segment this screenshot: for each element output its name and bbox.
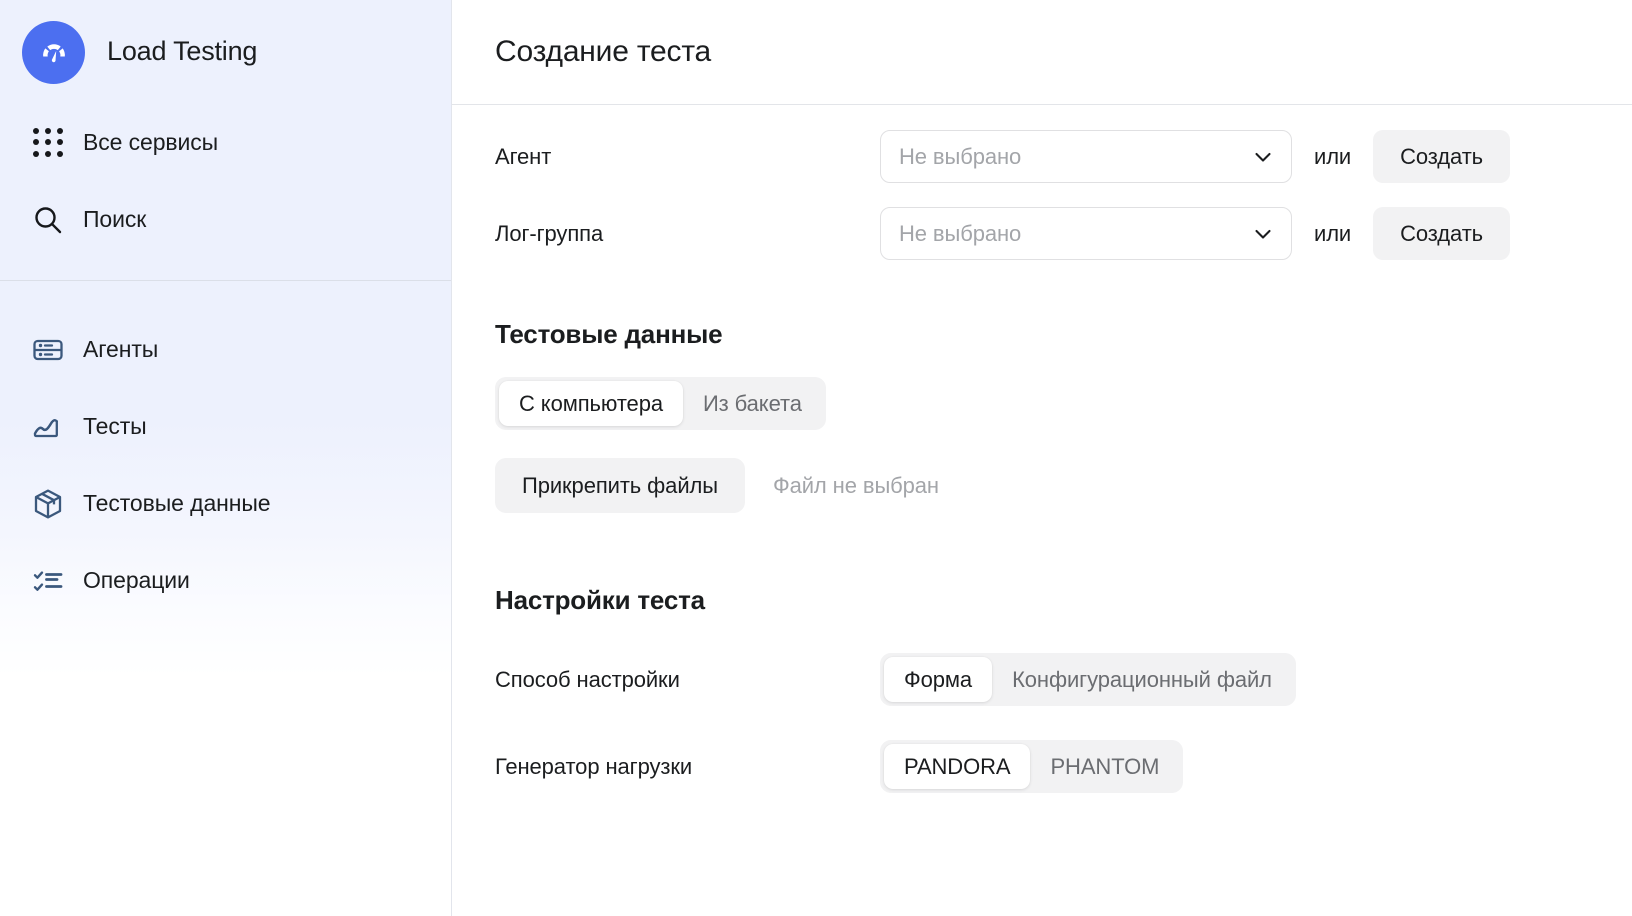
test-data-section: Тестовые данные С компьютера Из бакета П…	[495, 319, 1589, 513]
agent-or-label: или	[1314, 143, 1352, 169]
sidebar-item-label: Поиск	[83, 206, 147, 232]
server-icon	[24, 332, 72, 368]
chart-line-icon	[24, 409, 72, 445]
segment-config-file[interactable]: Конфигурационный файл	[992, 657, 1292, 702]
sidebar-item-label: Тесты	[83, 413, 147, 439]
test-settings-rows: Способ настройки Форма Конфигурационный …	[495, 636, 1589, 810]
attach-row: Прикрепить файлы Файл не выбран	[495, 458, 1589, 513]
create-log-group-button[interactable]: Создать	[1373, 207, 1511, 260]
config-method-segmented: Форма Конфигурационный файл	[880, 653, 1296, 706]
sidebar-item-label: Агенты	[83, 336, 159, 362]
brand[interactable]: Load Testing	[0, 0, 451, 104]
page-header: Создание теста	[452, 0, 1632, 105]
log-group-select[interactable]: Не выбрано	[880, 207, 1292, 260]
form-row-log-group: Лог-группа Не выбрано или Создать	[495, 195, 1589, 272]
speedometer-icon	[22, 20, 85, 84]
create-agent-button[interactable]: Создать	[1373, 130, 1511, 183]
sidebar-item-agents[interactable]: Агенты	[0, 311, 451, 388]
app-root: Load Testing Все сервисы Поиск Агенты Те…	[0, 0, 1632, 916]
brand-title: Load Testing	[107, 36, 258, 67]
form-row-agent: Агент Не выбрано или Создать	[495, 118, 1589, 195]
sidebar: Load Testing Все сервисы Поиск Агенты Те…	[0, 0, 452, 916]
attach-files-button[interactable]: Прикрепить файлы	[495, 458, 745, 513]
sidebar-top-nav: Все сервисы Поиск	[0, 104, 451, 281]
chevron-down-icon	[1252, 223, 1274, 245]
agent-select[interactable]: Не выбрано	[880, 130, 1292, 183]
sidebar-item-test-data[interactable]: Тестовые данные	[0, 465, 451, 542]
log-group-label: Лог-группа	[495, 220, 604, 246]
main-content: Создание теста Агент Не выбрано или Созд…	[452, 0, 1632, 916]
load-generator-segmented: PANDORA PHANTOM	[880, 740, 1184, 793]
log-group-or-label: или	[1314, 220, 1352, 246]
segment-phantom[interactable]: PHANTOM	[1030, 744, 1179, 789]
page-title: Создание теста	[495, 35, 712, 68]
load-generator-label: Генератор нагрузки	[495, 753, 693, 779]
settings-row-config-method: Способ настройки Форма Конфигурационный …	[495, 636, 1589, 723]
log-group-select-value: Не выбрано	[899, 220, 1022, 246]
sidebar-item-label: Операции	[83, 567, 190, 593]
sidebar-item-tests[interactable]: Тесты	[0, 388, 451, 465]
chevron-down-icon	[1252, 146, 1274, 168]
grid-dots-icon	[24, 127, 72, 158]
settings-row-load-generator: Генератор нагрузки PANDORA PHANTOM	[495, 723, 1589, 810]
config-method-label: Способ настройки	[495, 666, 680, 692]
test-settings-title: Настройки теста	[495, 585, 705, 615]
tab-from-computer[interactable]: С компьютера	[499, 381, 683, 426]
sidebar-item-operations[interactable]: Операции	[0, 542, 451, 619]
test-data-source-tabs: С компьютера Из бакета	[495, 377, 826, 430]
segment-pandora[interactable]: PANDORA	[884, 744, 1031, 789]
agent-label: Агент	[495, 143, 552, 169]
sidebar-main-nav: Агенты Тесты Тестовые данные Операции	[0, 281, 451, 619]
box-icon	[24, 486, 72, 522]
agent-select-value: Не выбрано	[899, 143, 1022, 169]
file-status-label: Файл не выбран	[772, 472, 939, 498]
test-settings-section: Настройки теста Способ настройки Форма К…	[495, 585, 1589, 810]
segment-form[interactable]: Форма	[884, 657, 993, 702]
content-area: Агент Не выбрано или Создать Лог-группа …	[452, 118, 1632, 810]
checklist-icon	[24, 563, 72, 599]
test-data-title: Тестовые данные	[495, 319, 723, 349]
search-icon	[24, 203, 72, 237]
sidebar-item-label: Все сервисы	[83, 129, 219, 155]
sidebar-item-search[interactable]: Поиск	[0, 181, 451, 258]
sidebar-item-all-services[interactable]: Все сервисы	[0, 104, 451, 181]
sidebar-item-label: Тестовые данные	[83, 490, 271, 516]
tab-from-bucket[interactable]: Из бакета	[683, 381, 822, 426]
